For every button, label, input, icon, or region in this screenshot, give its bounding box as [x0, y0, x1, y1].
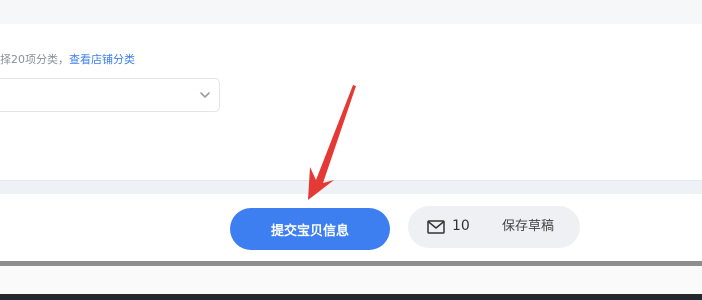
chevron-down-icon	[200, 92, 210, 98]
save-draft-button[interactable]: 保存草稿	[502, 206, 554, 248]
draft-group: 10 保存草稿	[408, 206, 580, 248]
category-hint-text: 择20项分类，	[0, 53, 69, 66]
view-store-categories-link[interactable]: 查看店铺分类	[69, 53, 135, 66]
dark-footer	[0, 294, 702, 300]
category-select[interactable]	[0, 78, 220, 112]
category-hint: 择20项分类，查看店铺分类	[0, 51, 135, 67]
submit-item-info-button[interactable]: 提交宝贝信息	[230, 208, 390, 250]
lower-band	[0, 266, 702, 294]
top-strip	[0, 0, 702, 24]
section-divider	[0, 180, 702, 195]
message-count: 10	[452, 218, 470, 234]
mail-icon[interactable]	[427, 220, 445, 234]
